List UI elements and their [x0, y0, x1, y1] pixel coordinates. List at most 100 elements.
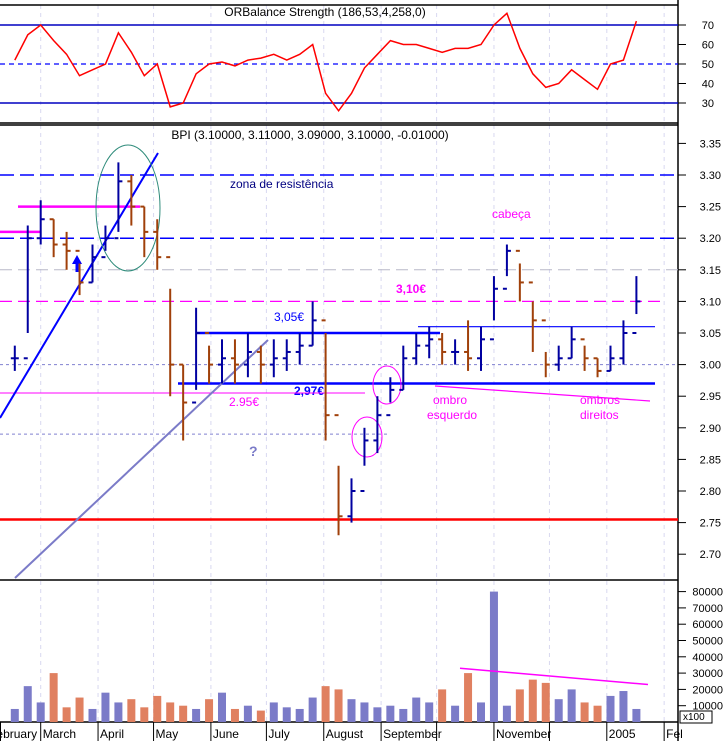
volume-bar [179, 705, 188, 722]
volume-bar [101, 692, 110, 722]
volume-bar [218, 692, 226, 722]
resistance-label: zona de resistência [230, 177, 334, 191]
left-shoulder-label-1: ombro [433, 393, 467, 407]
volume-bar [308, 697, 317, 722]
head-label: cabeça [492, 207, 531, 221]
volume-bar [554, 699, 563, 722]
volume-bar [88, 708, 97, 722]
price-tick-label: 3.30 [700, 170, 721, 182]
volume-bar [282, 707, 291, 722]
volume-bar [477, 702, 485, 722]
level-310-label: 3,10€ [396, 282, 426, 296]
month-label: March [43, 727, 76, 741]
highlight-ellipse [95, 144, 161, 272]
volume-tick-label: 30000 [692, 668, 723, 680]
volume-bar [386, 705, 395, 722]
volume-tick-label: 40000 [692, 652, 723, 664]
right-shoulders-label-1: ombros [580, 393, 620, 407]
volume-bar [412, 697, 421, 722]
volume-bar [541, 682, 550, 722]
volume-bar [606, 695, 615, 722]
volume-bar [256, 710, 265, 722]
volume-panel: x100 [10, 591, 713, 724]
price-tick-label: 2.80 [700, 486, 721, 498]
price-tick-label: 2.75 [700, 518, 721, 530]
rsi-tick-label: 50 [702, 59, 714, 71]
stock-chart: ORBalance Strength (186,53,4,258,0) BPI … [0, 0, 724, 741]
month-label: May [156, 727, 179, 741]
rsi-panel: ORBalance Strength (186,53,4,258,0) [0, 5, 678, 113]
volume-bar [114, 702, 123, 722]
volume-tick-label: 20000 [692, 684, 723, 696]
level-295-label: 2.95€ [229, 395, 259, 409]
price-tick-label: 2.70 [700, 549, 721, 561]
volume-bar [347, 699, 356, 722]
rsi-line [14, 11, 638, 113]
volume-bar [36, 702, 45, 722]
price-tick-label: 3.35 [700, 138, 721, 150]
month-label: April [100, 727, 124, 741]
price-panel: BPI (3.10000, 3.11000, 3.09000, 3.10000,… [0, 128, 678, 579]
price-tick-label: 2.90 [700, 423, 721, 435]
volume-bar [321, 686, 330, 722]
volume-bar [528, 679, 537, 722]
volume-bar [502, 705, 511, 722]
volume-bar [593, 705, 602, 722]
price-tick-label: 3.25 [700, 202, 721, 214]
volume-bar [632, 708, 641, 722]
volume-bar [373, 707, 382, 722]
right-shoulders-label-2: direitos [580, 408, 619, 422]
volume-bar [464, 673, 473, 722]
volume-tick-label: 80000 [692, 587, 723, 599]
volume-bar [75, 697, 84, 722]
month-label: 2005 [609, 727, 636, 741]
level-305-label: 3,05€ [274, 310, 304, 324]
left-shoulder-label-2: esquerdo [427, 408, 477, 422]
volume-tick-label: 50000 [692, 636, 723, 648]
price-tick-label: 2.85 [700, 454, 721, 466]
volume-bar [127, 699, 136, 722]
volume-bar [243, 705, 252, 722]
price-tick-label: 3.00 [700, 360, 721, 372]
price-tick-label: 3.10 [700, 296, 721, 308]
volume-bar [62, 707, 71, 722]
month-label: June [213, 727, 239, 741]
volume-bar [451, 705, 460, 722]
volume-bar [360, 702, 369, 722]
volume-tick-label: 60000 [692, 619, 723, 631]
volume-bar [489, 591, 498, 722]
volume-bar [10, 708, 19, 722]
price-title: BPI (3.10000, 3.11000, 3.09000, 3.10000,… [171, 128, 448, 142]
volume-bar [399, 708, 408, 722]
rsi-tick-label: 30 [702, 98, 714, 110]
volume-bar [515, 689, 524, 722]
month-label: July [268, 727, 289, 741]
price-tick-label: 2.95 [700, 391, 721, 403]
volume-bar [23, 686, 32, 722]
volume-bar [619, 691, 628, 722]
volume-bar [567, 689, 576, 722]
rsi-title: ORBalance Strength (186,53,4,258,0) [224, 5, 425, 19]
volume-tick-label: 10000 [692, 701, 723, 713]
rsi-tick-label: 70 [702, 20, 714, 32]
level-297-label: 2,97€ [294, 384, 324, 398]
chart-canvas: ORBalance Strength (186,53,4,258,0) BPI … [0, 0, 723, 741]
volume-bar [438, 689, 447, 722]
volume-bar [140, 707, 149, 722]
month-label: August [326, 727, 364, 741]
rsi-tick-label: 40 [702, 79, 714, 91]
rsi-tick-label: 60 [702, 40, 714, 52]
volume-bar [153, 695, 162, 722]
price-tick-label: 3.20 [700, 233, 721, 245]
volume-bar [334, 689, 343, 722]
long-trend-line [14, 339, 269, 579]
price-tick-label: 3.05 [700, 328, 721, 340]
volume-bar [425, 702, 434, 722]
volume-bar [295, 708, 304, 722]
volume-bar [580, 702, 589, 722]
volume-trendline [459, 667, 649, 686]
volume-bar [230, 708, 239, 722]
month-label: Fel [666, 727, 683, 741]
question-mark-label: ? [249, 443, 258, 459]
month-label: September [383, 727, 442, 741]
